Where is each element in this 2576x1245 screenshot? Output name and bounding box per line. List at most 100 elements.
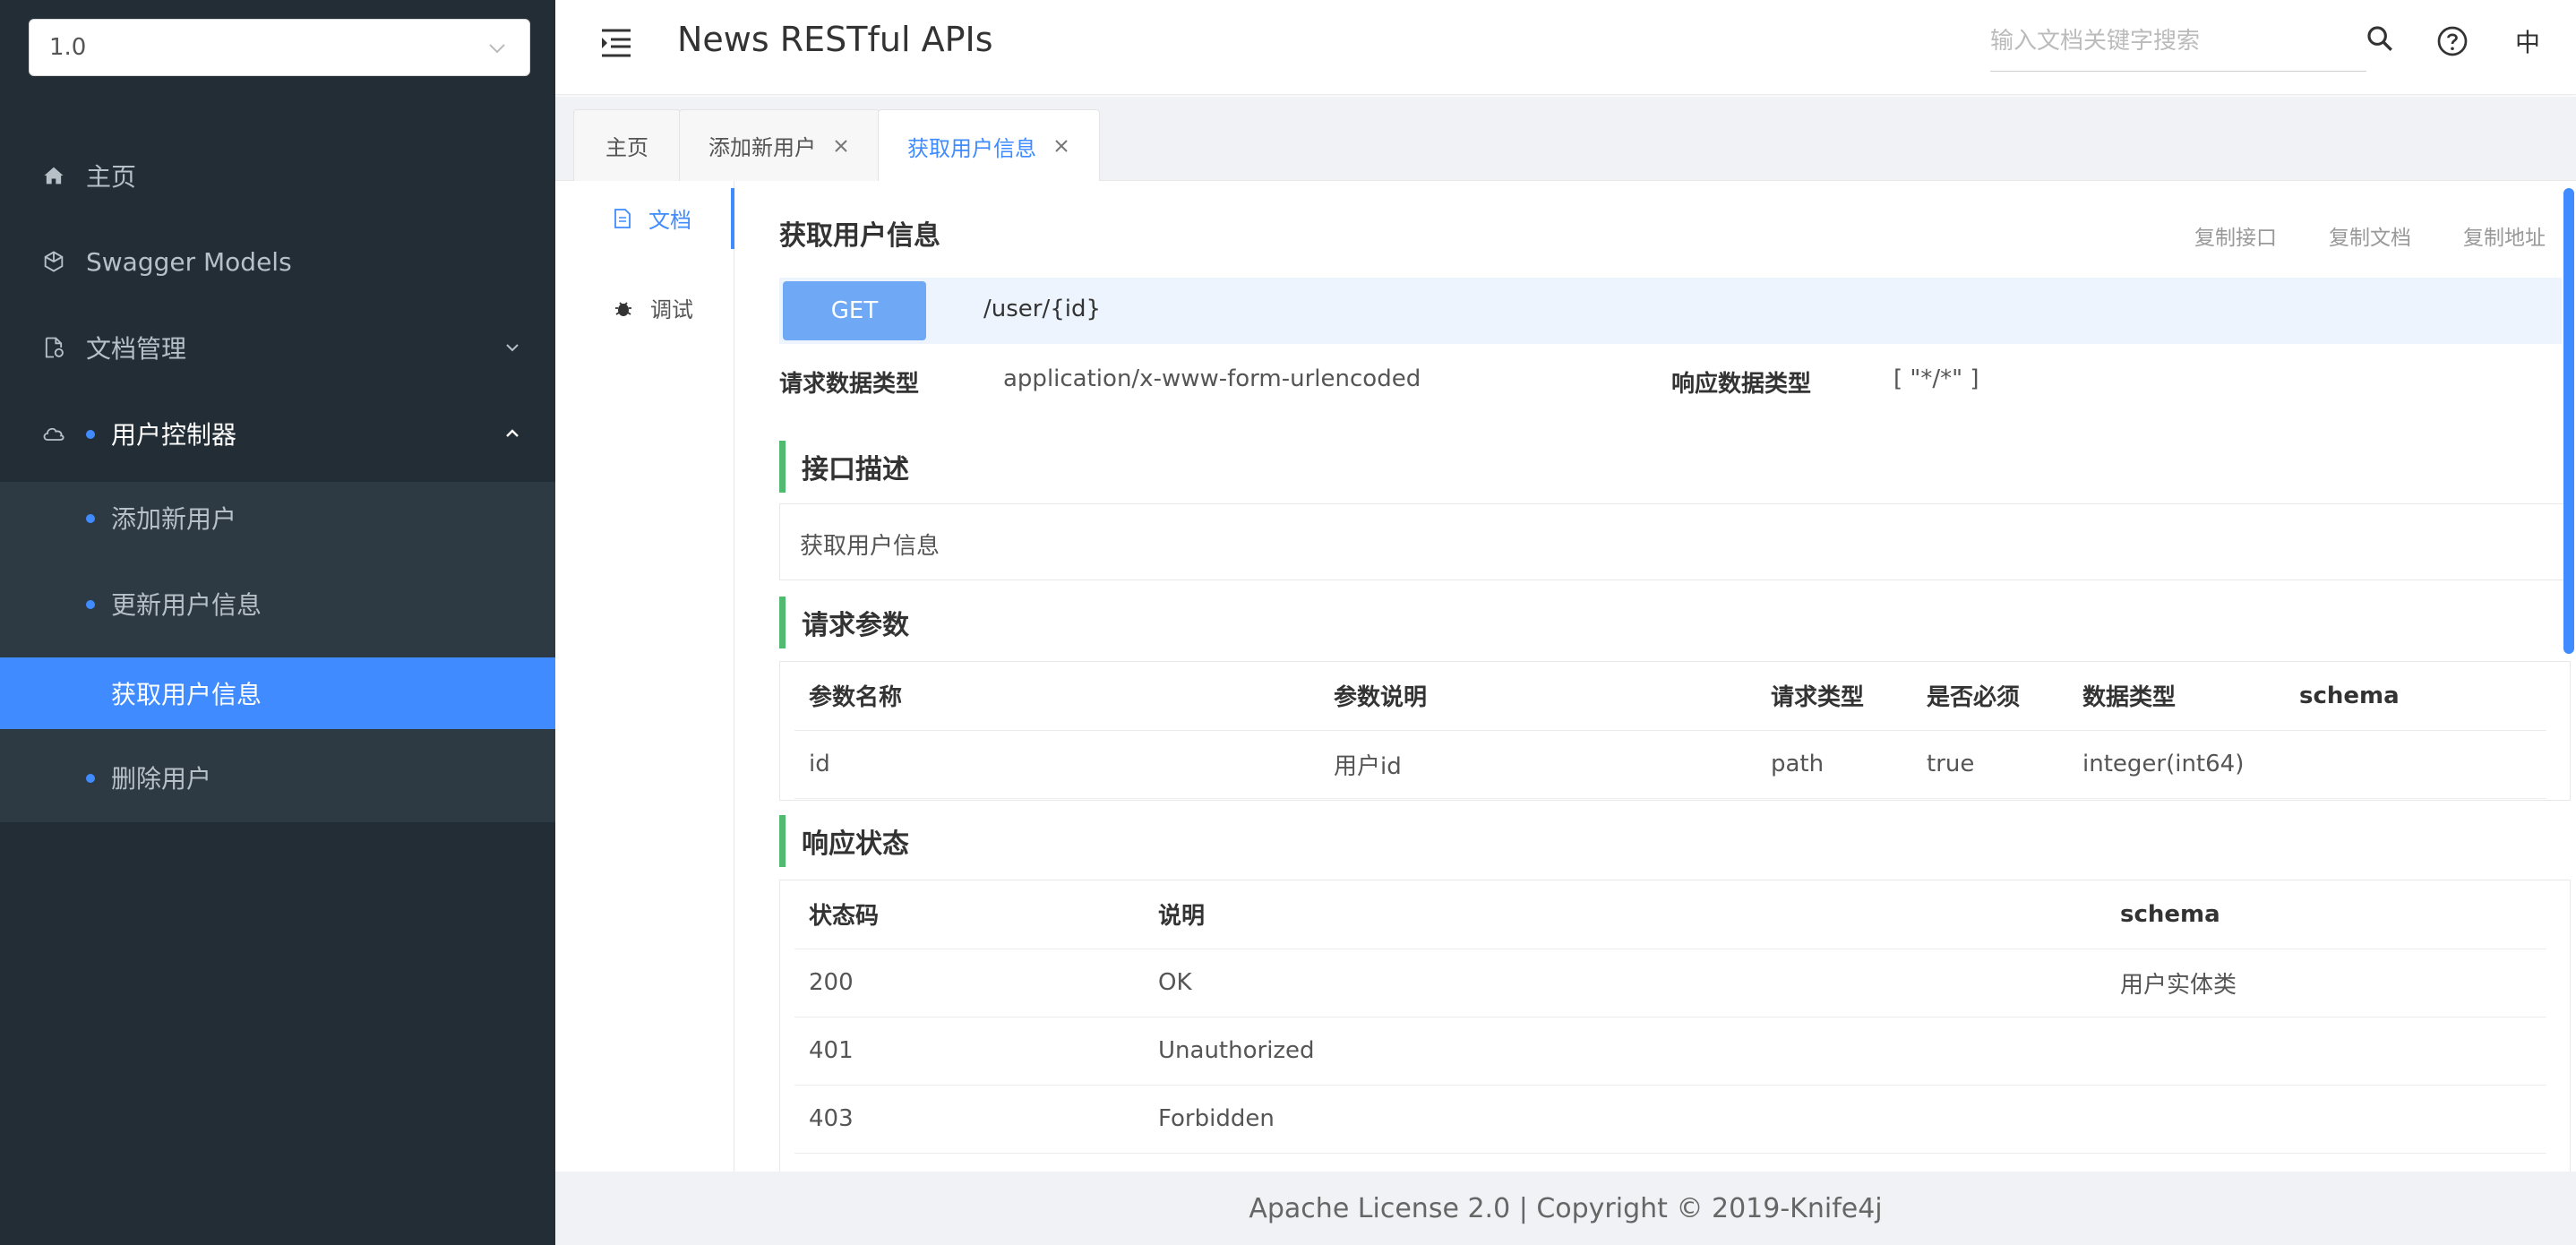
chevron-up-icon	[506, 429, 519, 437]
response-type-value: [ "*/*" ]	[1893, 365, 1979, 392]
content-area: 文档 调试 获取用户信息 复制接口 复制文档 复制地址 GET /user/{i…	[555, 181, 2576, 1175]
table-cell	[2106, 1085, 2546, 1154]
column-header: 参数说明	[1319, 662, 1756, 731]
scrollbar[interactable]	[2563, 188, 2574, 654]
tab-label: 主页	[605, 135, 648, 160]
sidebar-subitem-label: 获取用户信息	[111, 680, 262, 709]
table-header-row: 参数名称 参数说明 请求类型 是否必须 数据类型 schema	[794, 662, 2546, 731]
table-cell: Forbidden	[1144, 1085, 2106, 1154]
sidebar-subitem-label: 更新用户信息	[111, 590, 262, 620]
table-row: 200 OK 用户实体类	[794, 949, 2546, 1017]
table-header-row: 状态码 说明 schema	[794, 880, 2546, 949]
table-cell: path	[1756, 730, 1912, 799]
description-text: 获取用户信息	[800, 533, 940, 560]
column-header: schema	[2106, 880, 2546, 949]
tabs-bar: 主页 添加新用户 获取用户信息	[555, 97, 2576, 182]
language-toggle[interactable]: 中	[2515, 23, 2540, 59]
sidebar-item-doc-manage[interactable]: 文档管理	[0, 312, 555, 383]
document-icon	[614, 208, 631, 228]
endpoint-path: /user/{id}	[983, 296, 1102, 322]
request-type-value: application/x-www-form-urlencoded	[1003, 365, 1421, 392]
column-header: schema	[2285, 662, 2546, 731]
table-row: id 用户id path true integer(int64)	[794, 730, 2546, 799]
cloud-icon	[43, 427, 64, 441]
sidebar-item-label: 文档管理	[86, 334, 187, 364]
copy-doc-button[interactable]: 复制文档	[2329, 220, 2411, 251]
response-type-label: 响应数据类型	[1671, 371, 1812, 398]
section-title-params: 请求参数	[779, 597, 1138, 648]
table-cell: integer(int64)	[2068, 730, 2285, 799]
tab-label: 添加新用户	[708, 135, 816, 160]
tab-home[interactable]: 主页	[573, 109, 681, 181]
table-cell: 用户实体类	[2106, 949, 2546, 1017]
sidebar-subitem-get-user[interactable]: 获取用户信息	[0, 657, 555, 729]
version-select[interactable]: 1.0	[29, 19, 530, 76]
side-tab-debug[interactable]: 调试	[613, 292, 693, 323]
content-type-row: 请求数据类型 application/x-www-form-urlencoded…	[779, 365, 2562, 401]
status-dot	[86, 514, 95, 523]
table-row: 403 Forbidden	[794, 1085, 2546, 1154]
sidebar-subitem-update-user[interactable]: 更新用户信息	[0, 568, 555, 640]
table-cell	[2106, 1017, 2546, 1086]
sidebar-item-label: 主页	[86, 162, 137, 192]
sidebar-subitem-delete-user[interactable]: 删除用户	[0, 742, 555, 813]
column-header: 数据类型	[2068, 662, 2285, 731]
column-header: 状态码	[794, 880, 1144, 949]
table-row: 401 Unauthorized	[794, 1017, 2546, 1086]
file-settings-icon	[45, 337, 64, 358]
status-table: 状态码 说明 schema 200 OK 用户实体类 401 Unauthori…	[794, 880, 2546, 1154]
section-title-description: 接口描述	[779, 441, 1138, 493]
side-tab-label: 调试	[650, 297, 693, 322]
side-tab-doc[interactable]: 文档	[613, 202, 691, 234]
help-icon[interactable]	[2436, 25, 2469, 57]
table-cell: id	[794, 730, 1319, 799]
status-dot	[86, 430, 95, 439]
section-title-status: 响应状态	[779, 815, 1138, 867]
cube-icon	[44, 251, 64, 272]
doc-actions: 复制接口 复制文档 复制地址	[2194, 220, 2546, 251]
sidebar-item-swagger-models[interactable]: Swagger Models	[0, 226, 555, 297]
sidebar-subitem-label: 添加新用户	[111, 504, 237, 534]
header: News RESTful APIs 中	[555, 0, 2576, 95]
params-table: 参数名称 参数说明 请求类型 是否必须 数据类型 schema id 用户id …	[794, 662, 2546, 799]
sidebar-item-label: 用户控制器	[111, 420, 237, 450]
status-dot	[86, 774, 95, 783]
footer: Apache License 2.0 | Copyright © 2019-Kn…	[555, 1172, 2576, 1245]
table-cell: Unauthorized	[1144, 1017, 2106, 1086]
sidebar-subitem-label: 删除用户	[111, 764, 212, 794]
endpoint-bar: GET /user/{id}	[779, 278, 2562, 344]
active-tab-indicator	[731, 188, 734, 249]
column-header: 说明	[1144, 880, 2106, 949]
search-icon[interactable]	[2365, 23, 2395, 54]
home-icon	[44, 167, 64, 185]
request-type-label: 请求数据类型	[779, 371, 920, 398]
bug-icon	[615, 301, 631, 316]
app-title: News RESTful APIs	[677, 20, 993, 59]
sidebar-item-user-controller[interactable]: 用户控制器	[0, 398, 555, 469]
table-cell: 200	[794, 949, 1144, 1017]
close-icon[interactable]	[1052, 137, 1070, 155]
tab-get-user[interactable]: 获取用户信息	[878, 109, 1100, 182]
close-icon[interactable]	[832, 137, 850, 155]
tab-add-user[interactable]: 添加新用户	[679, 109, 880, 181]
table-cell: 403	[794, 1085, 1144, 1154]
description-box: 获取用户信息	[779, 503, 2571, 580]
table-cell	[2285, 730, 2546, 799]
menu-fold-icon[interactable]	[598, 27, 634, 59]
sidebar-item-home[interactable]: 主页	[0, 140, 555, 211]
submenu: 添加新用户 更新用户信息 获取用户信息 删除用户	[0, 482, 555, 822]
table-cell: true	[1912, 730, 2068, 799]
status-dot	[86, 600, 95, 609]
sidebar: 1.0 主页 Swagger Models 文档管理 用户控制器 添加新用户 更…	[0, 0, 555, 1245]
sidebar-subitem-add-user[interactable]: 添加新用户	[0, 482, 555, 554]
table-cell: OK	[1144, 949, 2106, 1017]
http-method-badge: GET	[783, 281, 926, 340]
doc-side-tabs: 文档 调试	[555, 181, 734, 1172]
copy-api-button[interactable]: 复制接口	[2194, 220, 2277, 251]
params-box: 参数名称 参数说明 请求类型 是否必须 数据类型 schema id 用户id …	[779, 661, 2571, 801]
copy-url-button[interactable]: 复制地址	[2463, 220, 2546, 251]
tab-label: 获取用户信息	[907, 135, 1036, 161]
column-header: 请求类型	[1756, 662, 1912, 731]
search-input[interactable]	[1990, 20, 2366, 63]
column-header: 参数名称	[794, 662, 1319, 731]
